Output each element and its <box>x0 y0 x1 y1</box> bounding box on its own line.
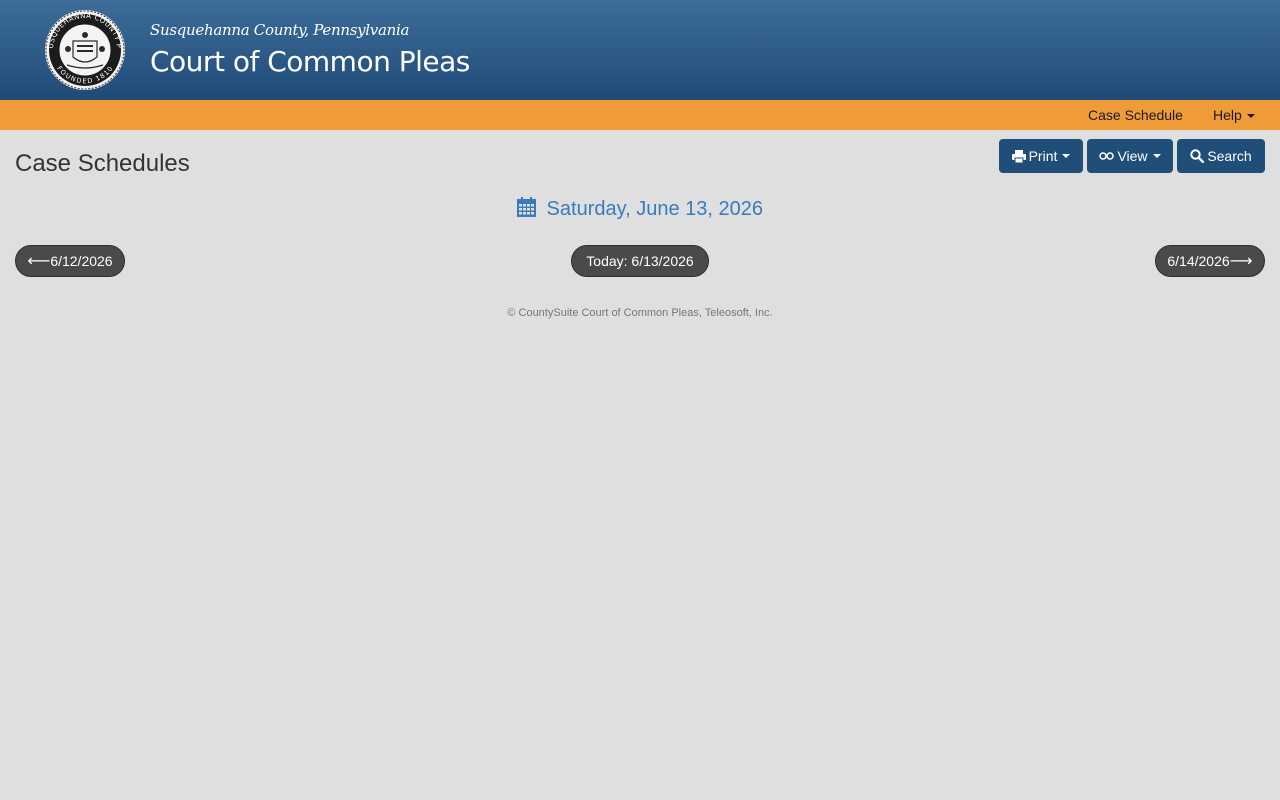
today-label: Today: 6/13/2026 <box>586 253 694 269</box>
previous-day-button[interactable]: ⟵ 6/12/2026 <box>15 245 125 277</box>
next-day-button[interactable]: 6/14/2026 ⟶ <box>1155 245 1265 277</box>
glasses-icon <box>1099 151 1115 161</box>
today-button[interactable]: Today: 6/13/2026 <box>571 245 709 277</box>
nav-case-schedule[interactable]: Case Schedule <box>1088 100 1183 130</box>
nav-help-dropdown[interactable]: Help <box>1213 100 1255 130</box>
next-date-label: 6/14/2026 <box>1167 253 1230 269</box>
printer-icon <box>1011 149 1026 163</box>
print-button[interactable]: Print <box>999 139 1083 173</box>
calendar-icon <box>516 197 536 223</box>
search-label: Search <box>1207 148 1252 164</box>
top-navbar: Case Schedule Help <box>0 100 1280 130</box>
caret-down-icon <box>1246 114 1255 119</box>
footer-copyright: © CountySuite Court of Common Pleas, Tel… <box>507 307 773 319</box>
county-seal-logo[interactable]: SUSQUEHANNA COUNTY PA FOUNDED 1810 <box>39 9 131 91</box>
date-heading-text: Saturday, June 13, 2026 <box>546 198 764 220</box>
site-header: SUSQUEHANNA COUNTY PA FOUNDED 1810 Susqu… <box>0 0 1280 100</box>
view-label: View <box>1117 148 1148 164</box>
view-button[interactable]: View <box>1087 139 1173 173</box>
caret-down-icon <box>1152 154 1161 158</box>
court-title[interactable]: Court of Common Pleas <box>150 45 470 78</box>
print-label: Print <box>1028 148 1058 164</box>
previous-date-label: 6/12/2026 <box>50 253 113 269</box>
search-icon <box>1190 149 1205 163</box>
page-title: Case Schedules <box>15 150 190 177</box>
left-arrow-icon: ⟵ <box>27 253 51 270</box>
nav-help-label: Help <box>1213 107 1242 123</box>
search-button[interactable]: Search <box>1177 139 1265 173</box>
schedule-date-heading: Saturday, June 13, 2026 <box>0 197 1280 223</box>
caret-down-icon <box>1062 154 1071 158</box>
county-subtitle: Susquehanna County, Pennsylvania <box>150 21 410 39</box>
right-arrow-icon: ⟶ <box>1229 253 1253 270</box>
